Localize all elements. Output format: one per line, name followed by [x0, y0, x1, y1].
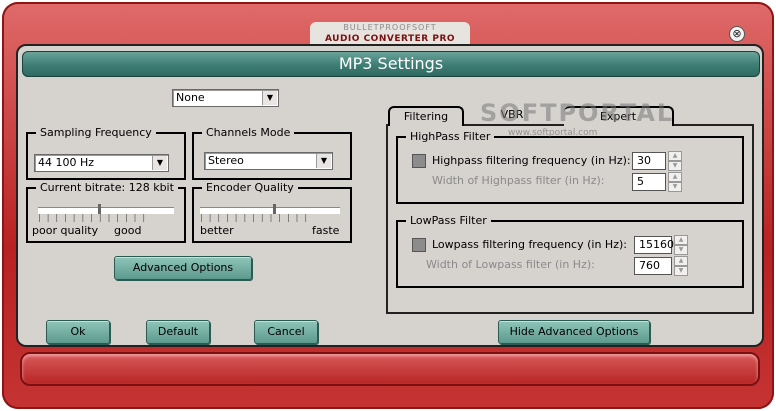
encoder-quality-ticks: |||||||||||||	[200, 213, 314, 222]
encoder-quality-group: Encoder Quality ||||||||||||| better fas…	[192, 181, 352, 243]
sampling-frequency-legend: Sampling Frequency	[36, 126, 156, 139]
sampling-frequency-select[interactable]: 44 100 Hz ▼	[34, 154, 169, 172]
hide-advanced-options-button[interactable]: Hide Advanced Options	[498, 320, 650, 344]
lowpass-filter-group: LowPass Filter Lowpass filtering frequen…	[396, 214, 744, 288]
chevron-down-icon[interactable]: ▼	[262, 91, 277, 105]
highpass-filter-group: HighPass Filter Highpass filtering frequ…	[396, 130, 744, 204]
channels-mode-value: Stereo	[208, 154, 244, 167]
sampling-frequency-group: Sampling Frequency 44 100 Hz ▼	[26, 126, 186, 180]
channels-mode-group: Channels Mode Stereo ▼	[192, 126, 352, 180]
lowpass-width-spinner[interactable]: ▲ ▼	[674, 256, 688, 276]
lowpass-width-label: Width of Lowpass filter (in Hz):	[426, 258, 595, 271]
ok-button[interactable]: Ok	[46, 320, 110, 344]
lowpass-width-field[interactable]: 760	[634, 257, 672, 275]
cancel-button[interactable]: Cancel	[254, 320, 318, 344]
chevron-down-icon[interactable]: ▼	[152, 156, 167, 170]
lowpass-filter-legend: LowPass Filter	[406, 214, 491, 227]
bitrate-left-label: poor quality	[32, 224, 99, 237]
highpass-frequency-label: Highpass filtering frequency (in Hz):	[432, 154, 631, 167]
advanced-options-button[interactable]: Advanced Options	[114, 256, 252, 280]
channels-mode-legend: Channels Mode	[202, 126, 295, 139]
settings-panel: MP3 Settings None ▼ Sampling Frequency 4…	[16, 44, 764, 347]
bitrate-right-label: good	[114, 224, 142, 237]
default-button[interactable]: Default	[146, 320, 210, 344]
highpass-frequency-spinner[interactable]: ▲ ▼	[668, 151, 682, 171]
bitrate-ticks: |||||||||||||	[38, 213, 152, 222]
preset-select[interactable]: None ▼	[172, 89, 279, 107]
watermark-url: www.softportal.com	[508, 128, 598, 138]
highpass-filter-legend: HighPass Filter	[406, 130, 495, 143]
brand-top: BULLETPROOFSOFT	[343, 23, 437, 32]
bitrate-group: Current bitrate: 128 kbit ||||||||||||| …	[26, 181, 186, 243]
encoder-quality-right-label: faste	[312, 224, 340, 237]
lowpass-checkbox[interactable]	[412, 238, 426, 252]
channels-mode-select[interactable]: Stereo ▼	[204, 152, 333, 170]
highpass-frequency-field[interactable]: 30	[632, 152, 666, 170]
close-icon[interactable]: ⊗	[729, 26, 745, 42]
watermark-text: SOFTPORTAL	[480, 99, 675, 127]
highpass-width-spinner[interactable]: ▲ ▼	[668, 172, 682, 192]
highpass-width-field[interactable]: 5	[632, 173, 666, 191]
preset-select-value: None	[176, 91, 205, 104]
bottom-status-bar	[20, 352, 760, 386]
advanced-tab-panel: HighPass Filter Highpass filtering frequ…	[386, 124, 754, 314]
encoder-quality-legend: Encoder Quality	[202, 181, 298, 194]
lowpass-frequency-spinner[interactable]: ▲ ▼	[674, 235, 688, 255]
lowpass-frequency-label: Lowpass filtering frequency (in Hz):	[432, 238, 627, 251]
lowpass-frequency-field[interactable]: 15160	[634, 236, 674, 254]
sampling-frequency-value: 44 100 Hz	[38, 156, 95, 169]
tab-filtering[interactable]: Filtering	[388, 106, 464, 126]
highpass-width-label: Width of Highpass filter (in Hz):	[432, 174, 605, 187]
page-title: MP3 Settings	[22, 51, 760, 77]
highpass-checkbox[interactable]	[412, 154, 426, 168]
chevron-down-icon[interactable]: ▼	[316, 154, 331, 168]
brand-product-name: AUDIO CONVERTER PRO	[324, 34, 456, 44]
bitrate-legend: Current bitrate: 128 kbit	[36, 181, 178, 194]
encoder-quality-left-label: better	[200, 224, 234, 237]
